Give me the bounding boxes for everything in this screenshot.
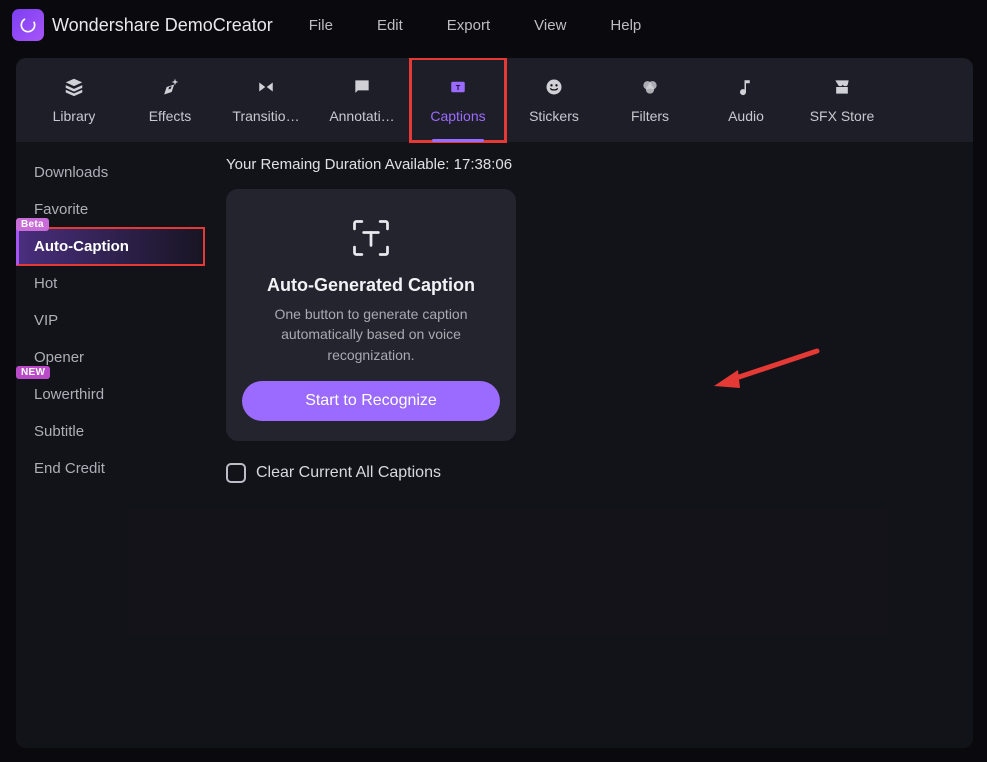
sidebar-item-label: Downloads [34, 164, 108, 181]
svg-text:T: T [456, 83, 461, 92]
sidebar-item-lowerthird[interactable]: NEW Lowerthird [16, 376, 204, 413]
tab-label: Effects [149, 108, 192, 124]
tab-label: Annotati… [329, 108, 394, 124]
library-icon [63, 76, 85, 98]
captions-icon: T [447, 76, 469, 98]
auto-caption-card: Auto-Generated Caption One button to gen… [226, 189, 516, 441]
sidebar-item-label: VIP [34, 312, 58, 329]
tab-sfx-store[interactable]: SFX Store [794, 58, 890, 142]
menu-export[interactable]: Export [447, 17, 490, 34]
audio-icon [735, 76, 757, 98]
tab-label: Transitio… [232, 108, 299, 124]
menu-view[interactable]: View [534, 17, 566, 34]
sidebar-item-label: Opener [34, 349, 84, 366]
tab-filters[interactable]: Filters [602, 58, 698, 142]
tab-library[interactable]: Library [26, 58, 122, 142]
workspace-body: Downloads Favorite Beta Auto-Caption Hot… [16, 142, 973, 748]
menu-file[interactable]: File [309, 17, 333, 34]
ribbon-tabs: Library Effects Transitio… Annotati… T C… [16, 58, 973, 142]
clear-captions-label: Clear Current All Captions [256, 464, 441, 482]
sidebar-item-vip[interactable]: VIP [16, 302, 204, 339]
workspace-panel: Library Effects Transitio… Annotati… T C… [16, 58, 973, 748]
clear-captions-row: Clear Current All Captions [226, 463, 951, 483]
tab-label: Audio [728, 108, 764, 124]
annotation-arrow-icon [712, 346, 822, 390]
tab-annotations[interactable]: Annotati… [314, 58, 410, 142]
sidebar-item-label: Auto-Caption [34, 238, 129, 255]
clear-captions-checkbox[interactable] [226, 463, 246, 483]
tab-audio[interactable]: Audio [698, 58, 794, 142]
sidebar-item-auto-caption[interactable]: Beta Auto-Caption [16, 228, 204, 265]
captions-main: Your Remaing Duration Available: 17:38:0… [204, 142, 973, 748]
annotations-icon [351, 76, 373, 98]
sidebar-item-label: End Credit [34, 460, 105, 477]
transitions-icon [255, 76, 277, 98]
remaining-duration: Your Remaing Duration Available: 17:38:0… [226, 156, 951, 173]
beta-badge: Beta [16, 218, 49, 231]
store-icon [831, 76, 853, 98]
remaining-value: 17:38:06 [454, 156, 512, 173]
sidebar-item-label: Hot [34, 275, 57, 292]
app-logo-icon [12, 9, 44, 41]
tab-effects[interactable]: Effects [122, 58, 218, 142]
start-recognize-button[interactable]: Start to Recognize [242, 381, 500, 421]
filters-icon [639, 76, 661, 98]
titlebar: Wondershare DemoCreator File Edit Export… [0, 0, 987, 50]
new-badge: NEW [16, 366, 50, 379]
sidebar-item-hot[interactable]: Hot [16, 265, 204, 302]
scan-text-icon [348, 215, 394, 261]
sidebar-item-label: Subtitle [34, 423, 84, 440]
sidebar-item-downloads[interactable]: Downloads [16, 154, 204, 191]
sidebar-item-label: Lowerthird [34, 386, 104, 403]
tab-label: Stickers [529, 108, 579, 124]
stickers-icon [543, 76, 565, 98]
tab-stickers[interactable]: Stickers [506, 58, 602, 142]
sidebar-item-subtitle[interactable]: Subtitle [16, 413, 204, 450]
card-description: One button to generate caption automatic… [242, 304, 500, 365]
sidebar-item-end-credit[interactable]: End Credit [16, 450, 204, 487]
tab-captions[interactable]: T Captions [410, 58, 506, 142]
menubar: File Edit Export View Help [309, 17, 642, 34]
remaining-label: Your Remaing Duration Available: [226, 156, 449, 173]
card-title: Auto-Generated Caption [267, 275, 475, 296]
tab-label: Captions [430, 108, 485, 124]
menu-edit[interactable]: Edit [377, 17, 403, 34]
tab-label: SFX Store [810, 108, 875, 124]
menu-help[interactable]: Help [610, 17, 641, 34]
app-title: Wondershare DemoCreator [52, 15, 273, 36]
captions-sidebar: Downloads Favorite Beta Auto-Caption Hot… [16, 142, 204, 748]
tab-label: Library [53, 108, 96, 124]
sidebar-item-label: Favorite [34, 201, 88, 218]
effects-icon [159, 76, 181, 98]
tab-transitions[interactable]: Transitio… [218, 58, 314, 142]
tab-label: Filters [631, 108, 669, 124]
